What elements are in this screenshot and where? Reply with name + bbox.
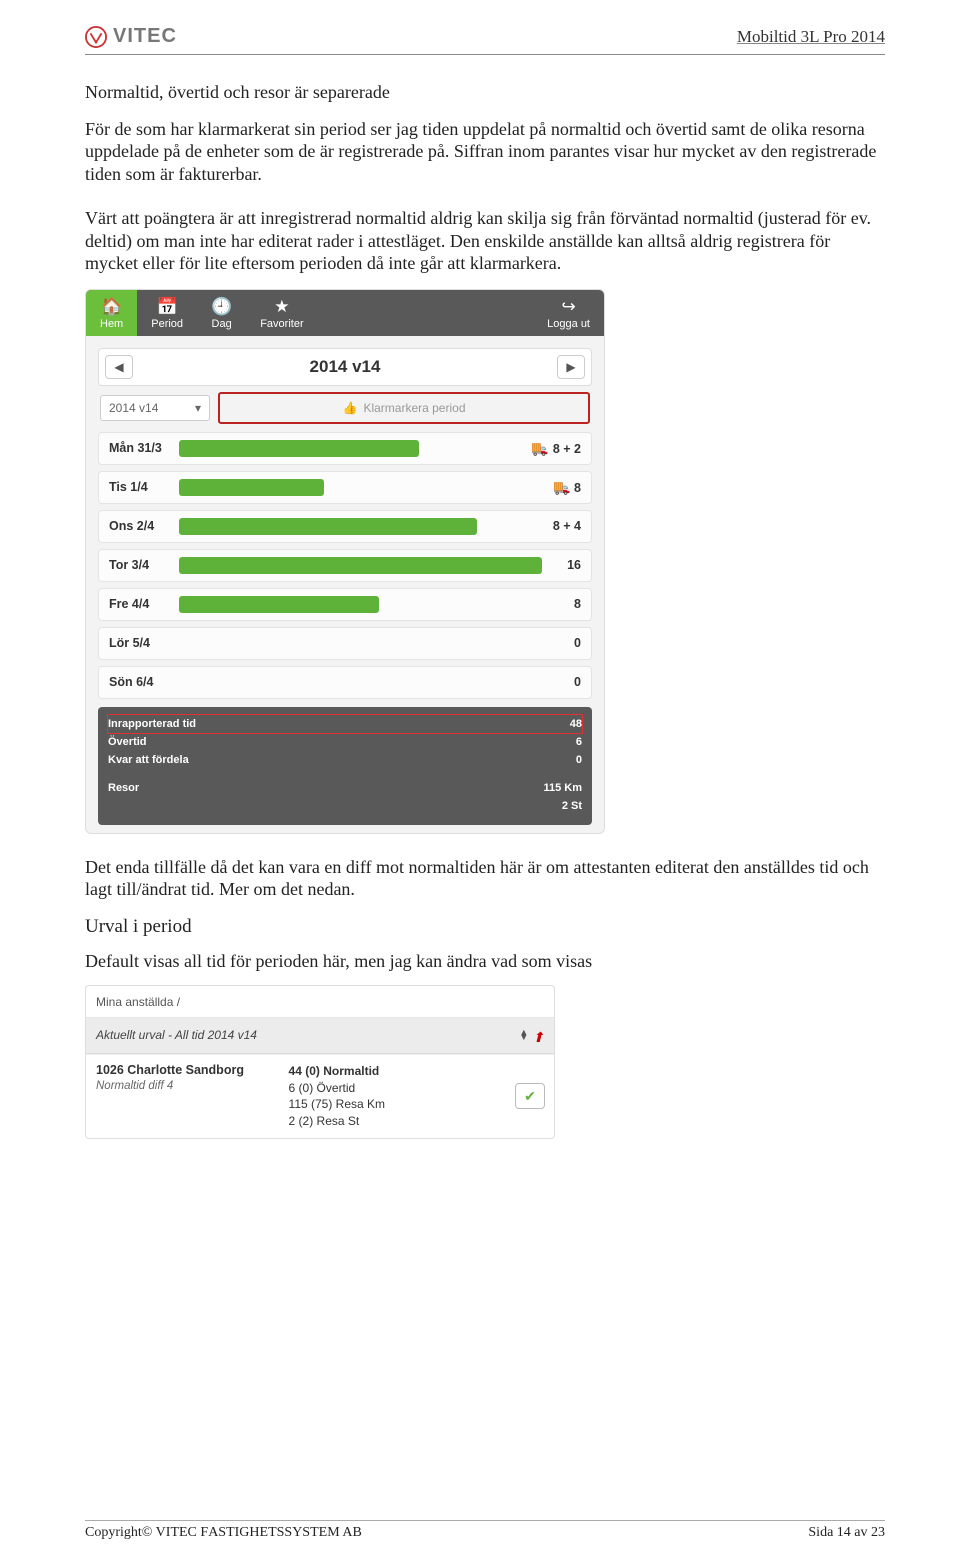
- summary-kvar-label: Kvar att fördela: [108, 754, 189, 766]
- para-1: För de som har klarmarkerat sin period s…: [85, 118, 885, 186]
- employee-row[interactable]: 1026 Charlotte Sandborg Normaltid diff 4…: [86, 1054, 554, 1138]
- period-app: 🏠 Hem 📅 Period 🕘 Dag ★ Favoriter ↪ Logga…: [85, 289, 605, 834]
- doc-title: Mobiltid 3L Pro 2014: [737, 27, 885, 47]
- day-label: Ons 2/4: [109, 519, 179, 533]
- nav-fav[interactable]: ★ Favoriter: [246, 290, 317, 336]
- day-row[interactable]: Fre 4/4 8: [98, 588, 592, 621]
- filter-dropdown[interactable]: Aktuellt urval - All tid 2014 v14 ▲▼ ⬆: [86, 1018, 554, 1054]
- nav-fav-label: Favoriter: [260, 318, 303, 330]
- footer-copyright: Copyright© VITEC FASTIGHETSSYSTEM AB: [85, 1525, 362, 1541]
- breadcrumb[interactable]: Mina anställda /: [86, 986, 554, 1018]
- summary-inrapp-label: Inrapporterad tid: [108, 718, 196, 730]
- nav-period-label: Period: [151, 318, 183, 330]
- calendar-icon: 📅: [151, 298, 183, 316]
- nav-period[interactable]: 📅 Period: [137, 290, 197, 336]
- day-value: 🚚8: [553, 479, 581, 496]
- employee-name: 1026 Charlotte Sandborg: [96, 1063, 273, 1077]
- day-label: Lör 5/4: [109, 636, 179, 650]
- filter-label: Aktuellt urval - All tid 2014 v14: [96, 1028, 257, 1042]
- summary-resor-st-row: 2 St: [108, 797, 582, 815]
- sort-caret-icon: ▲▼: [519, 1030, 528, 1040]
- footer-page-number: Sida 14 av 23: [808, 1525, 885, 1541]
- day-label: Tor 3/4: [109, 558, 179, 572]
- app-navbar: 🏠 Hem 📅 Period 🕘 Dag ★ Favoriter ↪ Logga…: [86, 290, 604, 336]
- day-value: 0: [574, 675, 581, 689]
- approve-button[interactable]: ✔: [515, 1083, 545, 1109]
- page-footer: Copyright© VITEC FASTIGHETSSYSTEM AB Sid…: [85, 1520, 885, 1541]
- para-3: Det enda tillfälle då det kan vara en di…: [85, 856, 885, 901]
- summary-resor-label: Resor: [108, 782, 139, 794]
- summary-kvar-row: Kvar att fördela 0: [108, 751, 582, 769]
- day-value: 8: [574, 597, 581, 611]
- day-value: 8 + 4: [553, 519, 581, 533]
- para-2: Värt att poängtera är att inregistrerad …: [85, 207, 885, 275]
- check-icon: ✔: [524, 1088, 536, 1105]
- week-selector: ◀ 2014 v14 ▶: [98, 348, 592, 386]
- day-label: Mån 31/3: [109, 441, 179, 455]
- summary-resor-km: 115 Km: [543, 782, 582, 794]
- klarmarkera-label: Klarmarkera period: [363, 401, 465, 415]
- logout-icon: ↪: [547, 298, 590, 316]
- para-heading-1: Normaltid, övertid och resor är separera…: [85, 81, 885, 104]
- brand-mark-icon: [85, 26, 107, 48]
- day-row[interactable]: Tis 1/4 🚚8: [98, 471, 592, 504]
- employee-stat-4: 2 (2) Resa St: [289, 1113, 500, 1130]
- employee-stat-1: 44 (0) Normaltid: [289, 1064, 380, 1078]
- brand-text: VITEC: [113, 25, 177, 48]
- summary-resor-st: 2 St: [562, 800, 582, 812]
- day-row[interactable]: Ons 2/4 8 + 4: [98, 510, 592, 543]
- thumbs-up-icon: 👍: [343, 401, 358, 415]
- nav-day-label: Dag: [212, 318, 232, 330]
- nav-home-label: Hem: [100, 318, 123, 330]
- summary-inrapp-row: Inrapporterad tid 48: [108, 715, 582, 733]
- day-label: Tis 1/4: [109, 480, 179, 494]
- nav-home[interactable]: 🏠 Hem: [86, 290, 137, 336]
- summary-overtid-label: Övertid: [108, 736, 147, 748]
- highlight-arrow-icon: ⬆: [532, 1029, 544, 1046]
- employee-stat-2: 6 (0) Övertid: [289, 1080, 500, 1097]
- summary-resor-row: Resor 115 Km: [108, 779, 582, 797]
- page-header: VITEC Mobiltid 3L Pro 2014: [85, 25, 885, 55]
- employee-stat-3: 115 (75) Resa Km: [289, 1096, 500, 1113]
- day-value: 🚚8 + 2: [531, 440, 581, 457]
- summary-kvar-value: 0: [576, 754, 582, 766]
- klarmarkera-button[interactable]: 👍 Klarmarkera period: [218, 392, 590, 424]
- day-row[interactable]: Lör 5/4 0: [98, 627, 592, 660]
- chevron-down-icon: ▾: [195, 401, 201, 415]
- truck-icon: 🚚: [531, 440, 548, 457]
- week-dropdown[interactable]: 2014 v14 ▾: [100, 395, 210, 421]
- home-icon: 🏠: [100, 298, 123, 316]
- day-label: Fre 4/4: [109, 597, 179, 611]
- employee-filter-panel: Mina anställda / Aktuellt urval - All ti…: [85, 985, 555, 1139]
- urval-para: Default visas all tid för perioden här, …: [85, 950, 885, 973]
- day-value: 0: [574, 636, 581, 650]
- nav-logout[interactable]: ↪ Logga ut: [533, 290, 604, 336]
- urval-heading: Urval i period: [85, 915, 885, 939]
- nav-logout-label: Logga ut: [547, 318, 590, 330]
- summary-inrapp-value: 48: [570, 718, 582, 730]
- day-row[interactable]: Tor 3/4 16: [98, 549, 592, 582]
- day-value: 16: [567, 558, 581, 572]
- day-label: Sön 6/4: [109, 675, 179, 689]
- summary-overtid-row: Övertid 6: [108, 733, 582, 751]
- week-title: 2014 v14: [310, 357, 381, 377]
- summary-overtid-value: 6: [576, 736, 582, 748]
- nav-day[interactable]: 🕘 Dag: [197, 290, 246, 336]
- week-prev-button[interactable]: ◀: [105, 355, 133, 379]
- week-next-button[interactable]: ▶: [557, 355, 585, 379]
- truck-icon: 🚚: [553, 479, 570, 496]
- period-summary: Inrapporterad tid 48 Övertid 6 Kvar att …: [98, 707, 592, 825]
- employee-subtext: Normaltid diff 4: [96, 1080, 273, 1092]
- week-dropdown-value: 2014 v14: [109, 401, 158, 415]
- star-icon: ★: [260, 298, 303, 316]
- day-row[interactable]: Sön 6/4 0: [98, 666, 592, 699]
- clock-icon: 🕘: [211, 298, 232, 316]
- brand-logo: VITEC: [85, 25, 177, 48]
- day-row[interactable]: Mån 31/3 🚚8 + 2: [98, 432, 592, 465]
